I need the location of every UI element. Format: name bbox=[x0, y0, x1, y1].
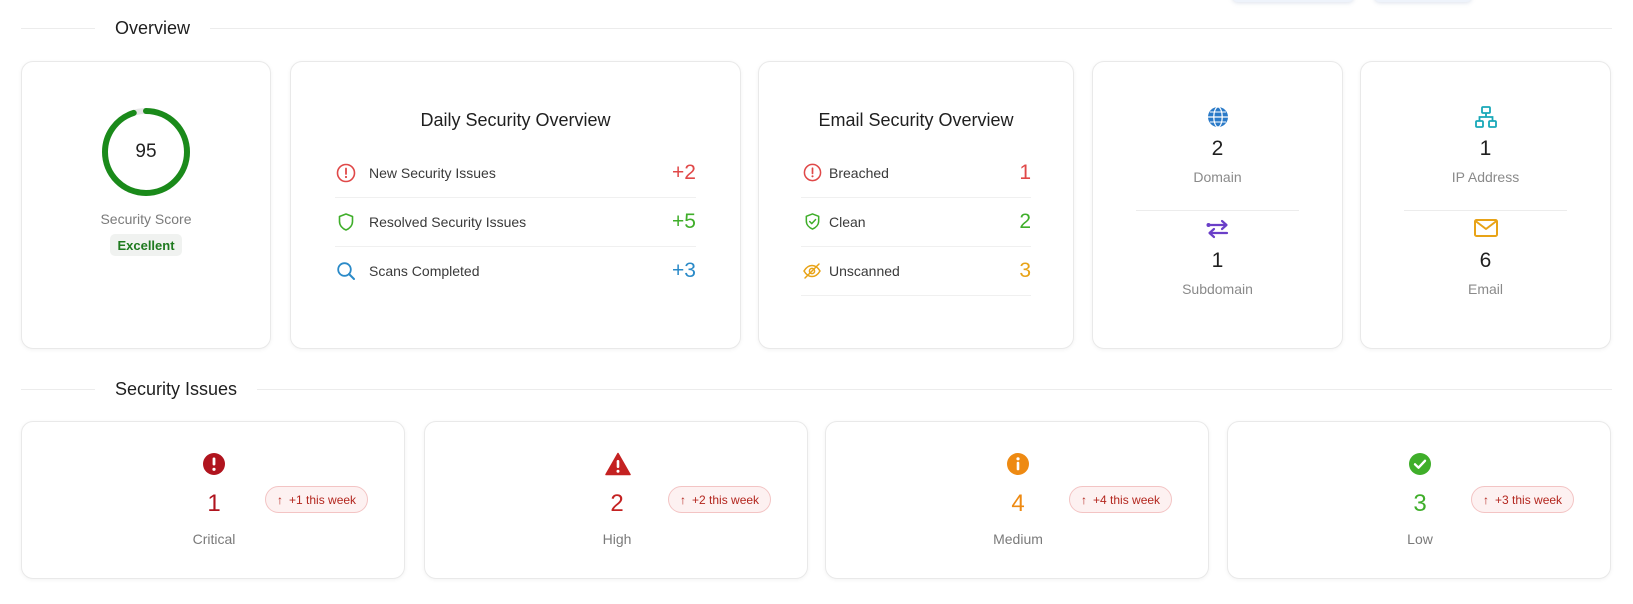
week-change-badge: ↑ +2 this week bbox=[668, 486, 772, 513]
issue-label: Medium bbox=[993, 531, 1043, 547]
email-row-breached[interactable]: Breached 1 bbox=[801, 148, 1031, 198]
daily-row-value: +2 bbox=[672, 160, 696, 184]
email-row-clean[interactable]: Clean 2 bbox=[801, 197, 1031, 247]
overview-title: Overview bbox=[115, 18, 191, 38]
alert-circle-icon bbox=[335, 162, 357, 184]
asset-label: Email bbox=[1467, 281, 1503, 297]
daily-row-resolved-issues[interactable]: Resolved Security Issues +5 bbox=[335, 197, 696, 247]
score-label: Security Score bbox=[100, 211, 192, 227]
daily-row-value: +5 bbox=[672, 209, 696, 233]
issue-card-critical[interactable]: 1 Critical ↑ +1 this week bbox=[21, 421, 405, 579]
asset-ip-address[interactable]: 1 IP Address bbox=[1361, 105, 1610, 185]
network-icon bbox=[1474, 105, 1498, 129]
issue-count: 3 bbox=[1413, 490, 1427, 517]
daily-row-new-issues[interactable]: New Security Issues +2 bbox=[335, 148, 696, 198]
score-rating-badge: Excellent bbox=[110, 234, 182, 256]
asset-domain[interactable]: 2 Domain bbox=[1093, 105, 1342, 185]
security-issues-title: Security Issues bbox=[115, 379, 238, 399]
info-circle-icon bbox=[1006, 452, 1030, 476]
daily-row-label: Scans Completed bbox=[369, 263, 480, 279]
top-button-partial[interactable] bbox=[1374, 0, 1472, 2]
security-score-card[interactable]: 95 Security Score Excellent bbox=[21, 61, 271, 349]
mail-icon bbox=[1473, 217, 1499, 241]
asset-label: IP Address bbox=[1451, 169, 1520, 185]
warning-triangle-icon bbox=[605, 452, 631, 476]
asset-subdomain[interactable]: 1 Subdomain bbox=[1093, 217, 1342, 297]
issue-label: Low bbox=[1407, 531, 1433, 547]
daily-row-label: New Security Issues bbox=[369, 164, 496, 181]
overview-section-header: Overview bbox=[21, 18, 1612, 39]
assets-ip-email-card[interactable]: 1 IP Address 6 Email bbox=[1360, 61, 1611, 349]
arrow-up-icon: ↑ bbox=[1081, 492, 1087, 507]
eye-off-icon bbox=[801, 260, 823, 282]
assets-domain-card[interactable]: 2 Domain 1 Subdomain bbox=[1092, 61, 1343, 349]
asset-count: 1 bbox=[1211, 249, 1224, 272]
email-row-label: Breached bbox=[829, 164, 889, 181]
asset-label: Subdomain bbox=[1182, 281, 1253, 297]
daily-row-label: Resolved Security Issues bbox=[369, 213, 527, 230]
issue-card-low[interactable]: 3 Low ↑ +3 this week bbox=[1227, 421, 1611, 579]
divider bbox=[257, 389, 1612, 390]
divider bbox=[210, 28, 1612, 29]
check-circle-icon bbox=[1408, 452, 1432, 476]
security-issues-section-header: Security Issues bbox=[21, 379, 1612, 400]
email-security-overview-card[interactable]: Email Security Overview Breached 1 Clean… bbox=[758, 61, 1074, 349]
arrow-up-icon: ↑ bbox=[680, 492, 686, 507]
asset-label: Domain bbox=[1193, 169, 1242, 185]
asset-count: 1 bbox=[1479, 137, 1492, 160]
issue-count: 4 bbox=[1011, 490, 1025, 517]
shield-icon bbox=[335, 211, 357, 233]
asset-count: 2 bbox=[1211, 137, 1224, 160]
daily-row-value: +3 bbox=[672, 259, 696, 282]
score-value: 95 bbox=[135, 141, 157, 162]
issue-count: 1 bbox=[207, 490, 221, 517]
week-change-text: +3 this week bbox=[1495, 492, 1563, 507]
top-button-partial[interactable] bbox=[1232, 0, 1354, 2]
issue-label: High bbox=[602, 531, 632, 547]
globe-icon bbox=[1206, 105, 1230, 129]
critical-circle-icon bbox=[202, 452, 226, 476]
email-row-value: 2 bbox=[1019, 209, 1031, 233]
arrow-up-icon: ↑ bbox=[1483, 492, 1489, 507]
issue-count: 2 bbox=[610, 490, 624, 517]
issue-card-high[interactable]: 2 High ↑ +2 this week bbox=[424, 421, 808, 579]
shield-check-icon bbox=[801, 211, 823, 233]
email-row-value: 3 bbox=[1019, 258, 1031, 282]
divider bbox=[21, 389, 95, 390]
email-row-label: Unscanned bbox=[829, 262, 900, 279]
arrow-up-icon: ↑ bbox=[277, 492, 283, 507]
asset-count: 6 bbox=[1479, 249, 1492, 272]
issue-label: Critical bbox=[192, 531, 236, 547]
alert-circle-icon bbox=[801, 162, 823, 184]
divider bbox=[1136, 210, 1299, 211]
daily-security-overview-card[interactable]: Daily Security Overview New Security Iss… bbox=[290, 61, 741, 349]
email-overview-title: Email Security Overview bbox=[818, 110, 1014, 130]
issue-card-medium[interactable]: 4 Medium ↑ +4 this week bbox=[825, 421, 1209, 579]
email-row-unscanned[interactable]: Unscanned 3 bbox=[801, 246, 1031, 296]
daily-overview-title: Daily Security Overview bbox=[420, 110, 611, 130]
divider bbox=[21, 28, 95, 29]
week-change-text: +2 this week bbox=[692, 492, 760, 507]
email-row-label: Clean bbox=[829, 213, 866, 230]
email-row-value: 1 bbox=[1019, 160, 1031, 184]
week-change-text: +1 this week bbox=[289, 492, 357, 507]
divider bbox=[1404, 210, 1567, 211]
week-change-badge: ↑ +4 this week bbox=[1069, 486, 1173, 513]
search-icon bbox=[335, 260, 357, 282]
swap-arrows-icon bbox=[1205, 217, 1231, 241]
asset-email[interactable]: 6 Email bbox=[1361, 217, 1610, 297]
daily-row-scans-completed[interactable]: Scans Completed +3 bbox=[335, 246, 696, 296]
week-change-text: +4 this week bbox=[1093, 492, 1161, 507]
week-change-badge: ↑ +1 this week bbox=[265, 486, 369, 513]
week-change-badge: ↑ +3 this week bbox=[1471, 486, 1575, 513]
